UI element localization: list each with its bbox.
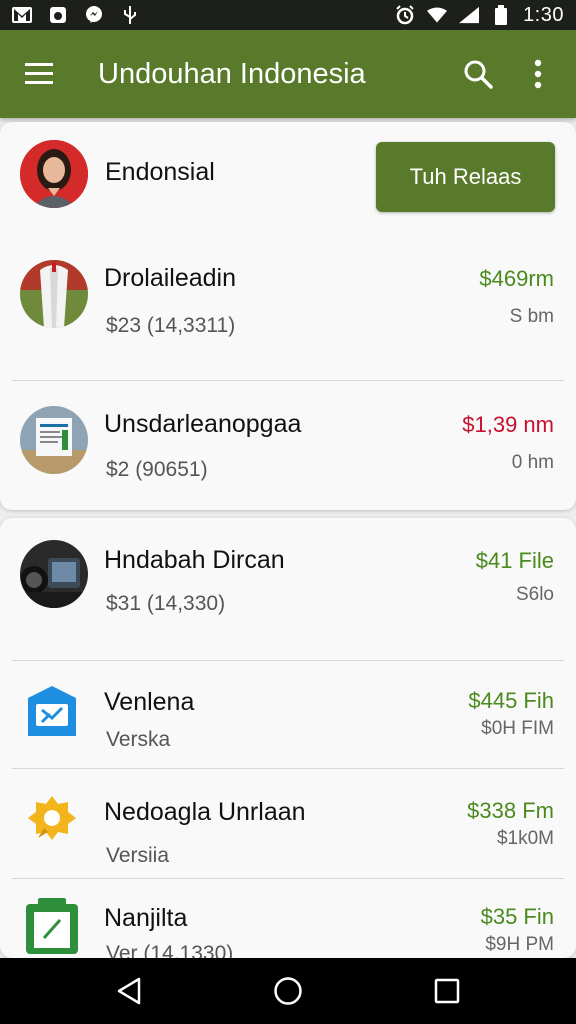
divider xyxy=(12,660,564,661)
item-meta: 0 hm xyxy=(511,452,554,473)
recents-button[interactable] xyxy=(417,961,477,1021)
list-item[interactable]: Hndabah Dircan $31 (14,330) $41 File S6l… xyxy=(0,518,576,658)
list-item[interactable]: Nanjilta Ver (14,1330) $35 Fin $9H PM xyxy=(0,884,576,958)
item-subtitle: $23 (14,3311) xyxy=(106,314,236,337)
mail-app-icon xyxy=(24,684,80,740)
item-subtitle: Ver (14,1330) xyxy=(106,942,234,958)
item-title: Hndabah Dircan xyxy=(104,546,285,574)
list-item[interactable]: Nedoagla Unrlaan Versiia $338 Fm $1k0M xyxy=(0,774,576,880)
more-options-button[interactable] xyxy=(508,30,568,118)
messenger-icon xyxy=(84,6,104,24)
item-amount: $1,39 nm xyxy=(462,412,554,437)
notes-app-icon xyxy=(24,898,80,954)
account-card: Endonsial Tuh Relaas Drolaileadin $23 (1… xyxy=(0,122,576,510)
badge-app-icon xyxy=(24,792,80,848)
divider xyxy=(12,878,564,879)
item-meta: $9H PM xyxy=(485,934,554,955)
item-amount: $338 Fm xyxy=(467,798,554,823)
signal-icon xyxy=(459,6,480,24)
item-subtitle: $2 (90651) xyxy=(106,458,208,481)
status-time: 1:30 xyxy=(523,3,564,26)
item-avatar xyxy=(20,540,88,608)
home-circle-icon xyxy=(274,977,302,1005)
list-item[interactable]: Unsdarleanopgaa $2 (90651) $1,39 nm 0 hm xyxy=(0,388,576,508)
item-amount: $469rm xyxy=(479,266,554,291)
item-title: Drolaileadin xyxy=(104,264,237,292)
item-meta: S6lo xyxy=(515,584,554,605)
wifi-icon xyxy=(427,6,448,24)
search-icon xyxy=(464,60,493,89)
navigation-bar xyxy=(0,958,576,1024)
photo-icon xyxy=(48,6,68,24)
item-meta: S bm xyxy=(509,306,554,327)
profile-name: Endonsial xyxy=(105,158,215,186)
battery-icon xyxy=(491,5,511,25)
more-vert-icon xyxy=(534,59,542,89)
app-bar: Undouhan Indonesia xyxy=(0,30,576,118)
item-amount: $41 File xyxy=(475,548,554,573)
item-title: Unsdarleanopgaa xyxy=(104,410,302,438)
item-subtitle: Verska xyxy=(106,728,171,751)
list-item[interactable]: Drolaileadin $23 (14,3311) $469rm S bm xyxy=(0,242,576,382)
status-bar: 1:30 xyxy=(0,0,576,30)
alarm-icon xyxy=(395,5,415,25)
item-amount: $445 Fih xyxy=(468,688,554,713)
profile-row: Endonsial Tuh Relaas xyxy=(0,122,576,222)
item-avatar xyxy=(20,260,88,328)
item-title: Nanjilta xyxy=(104,904,188,932)
back-button[interactable] xyxy=(99,961,159,1021)
item-title: Nedoagla Unrlaan xyxy=(104,798,306,826)
home-button[interactable] xyxy=(258,961,318,1021)
search-button[interactable] xyxy=(448,30,508,118)
back-triangle-icon xyxy=(118,977,141,1005)
menu-icon xyxy=(25,63,53,84)
profile-action-button[interactable]: Tuh Relaas xyxy=(376,142,555,212)
list-item[interactable]: Venlena Verska $445 Fih $0H FIM xyxy=(0,666,576,770)
app-title: Undouhan Indonesia xyxy=(98,57,366,90)
item-amount: $35 Fin xyxy=(480,904,554,929)
status-bar-system: 1:30 xyxy=(395,4,564,27)
status-bar-notifications xyxy=(12,6,140,24)
divider xyxy=(12,768,564,769)
profile-avatar[interactable] xyxy=(20,140,88,208)
usb-icon xyxy=(120,6,140,24)
item-subtitle: $31 (14,330) xyxy=(106,592,226,615)
item-avatar xyxy=(20,406,88,474)
apps-card: Hndabah Dircan $31 (14,330) $41 File S6l… xyxy=(0,518,576,958)
item-subtitle: Versiia xyxy=(106,844,170,867)
divider xyxy=(12,380,564,381)
item-meta: $0H FIM xyxy=(481,718,554,739)
menu-button[interactable] xyxy=(0,30,78,118)
item-meta: $1k0M xyxy=(496,828,554,849)
recents-square-icon xyxy=(434,978,459,1004)
gmail-icon xyxy=(12,6,32,24)
item-title: Venlena xyxy=(104,688,195,716)
